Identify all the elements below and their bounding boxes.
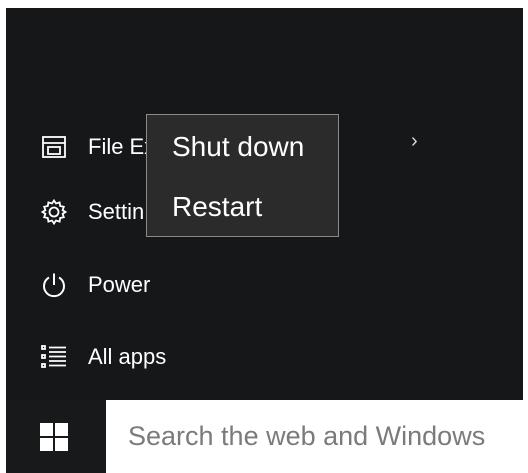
all-apps-list-icon [38,341,70,373]
restart-button[interactable]: Restart [147,181,338,233]
search-box[interactable]: Search the web and Windows [106,400,528,473]
menu-item-label: Settin [88,199,145,224]
screen: File Ex › Settin Power All apps Shut dow… [0,0,528,473]
settings-gear-icon [38,196,70,228]
power-context-menu: Shut down Restart [146,114,339,237]
file-explorer-icon [38,131,70,163]
search-placeholder: Search the web and Windows [128,421,486,451]
power-icon [38,269,70,301]
windows-logo-icon[interactable] [40,423,68,451]
menu-item-label: Power [88,272,151,297]
menu-item-all-apps[interactable]: All apps [6,335,426,379]
taskbar [6,400,106,473]
menu-item-power[interactable]: Power [6,263,426,307]
menu-item-label: All apps [88,344,167,369]
chevron-right-icon[interactable]: › [411,130,418,153]
shut-down-button[interactable]: Shut down [147,121,338,173]
